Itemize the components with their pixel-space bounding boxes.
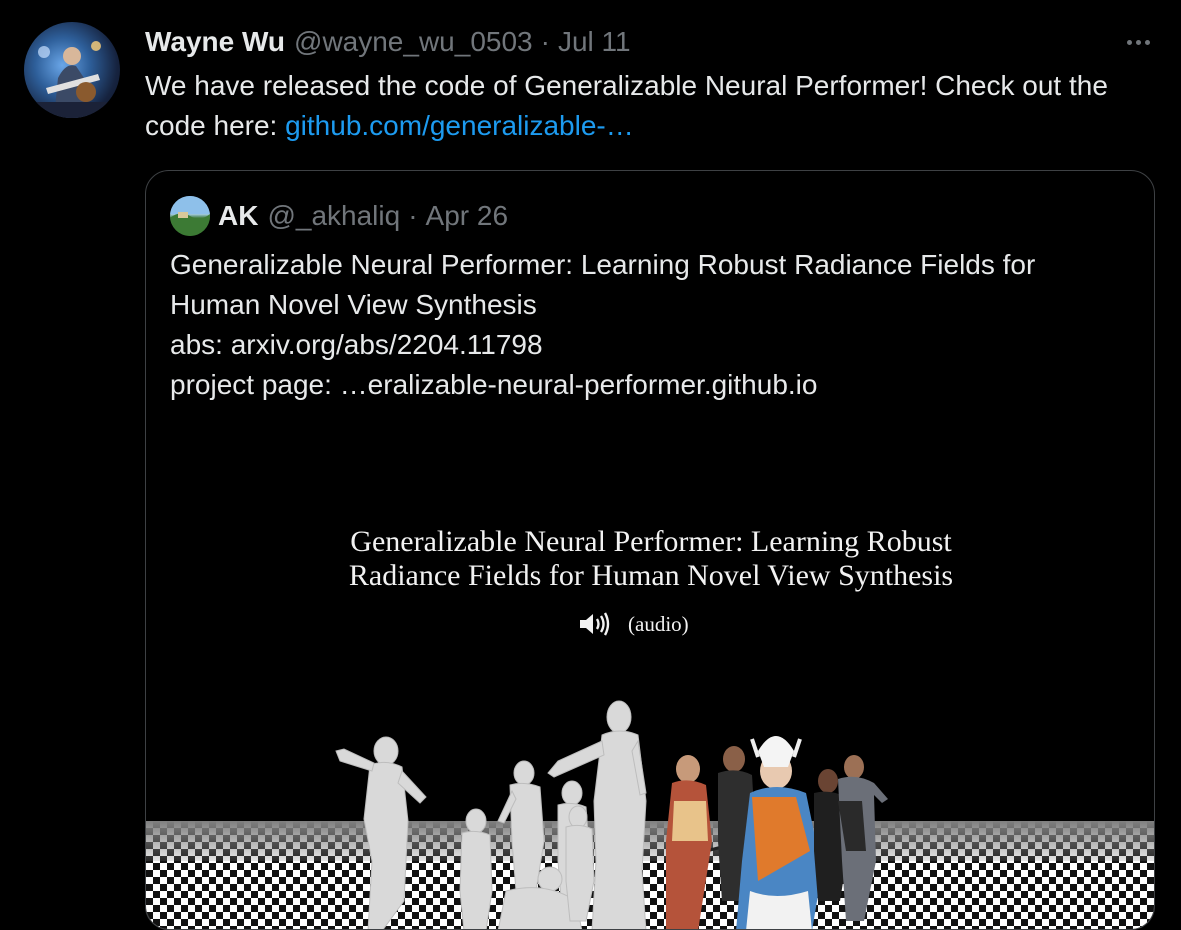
quote-text-line: project page: …eralizable-neural-perform… [170,369,818,400]
quote-date[interactable]: Apr 26 [426,200,509,232]
quote-text-line: Generalizable Neural Performer: Learning… [170,249,1036,280]
header-separator: · [540,26,550,57]
quote-text-line: abs: arxiv.org/abs/2204.11798 [170,329,543,360]
quote-text: Generalizable Neural Performer: Learning… [170,245,1120,405]
tweet-text: We have released the code of Generalizab… [145,66,1155,146]
quote-author-avatar[interactable] [170,196,210,236]
quoted-tweet-card[interactable]: AK @_akhaliq · Apr 26 Generalizable Neur… [145,170,1155,930]
author-name[interactable]: Wayne Wu [145,26,285,58]
quote-author-name[interactable]: AK [218,200,258,232]
tweet-date[interactable]: Jul 11 [558,26,631,58]
more-horizontal-icon [1126,39,1150,45]
tweet-link[interactable]: github.com/generalizable-… [285,110,634,141]
quote-author-handle[interactable]: @_akhaliq [267,200,400,232]
quote-header: AK @_akhaliq · Apr 26 [170,196,509,236]
author-handle[interactable]: @wayne_wu_0503 [294,26,533,58]
tweet-header: Wayne Wu @wayne_wu_0503 · Jul 11 [145,22,631,62]
video-frame-figures [335,700,888,929]
quote-video-player[interactable]: Generalizable Neural Performer: Learning… [146,421,1154,929]
quote-header-separator: · [408,200,418,231]
author-avatar[interactable] [24,22,120,118]
more-options-button[interactable] [1118,26,1158,58]
quote-text-line: Human Novel View Synthesis [170,289,537,320]
